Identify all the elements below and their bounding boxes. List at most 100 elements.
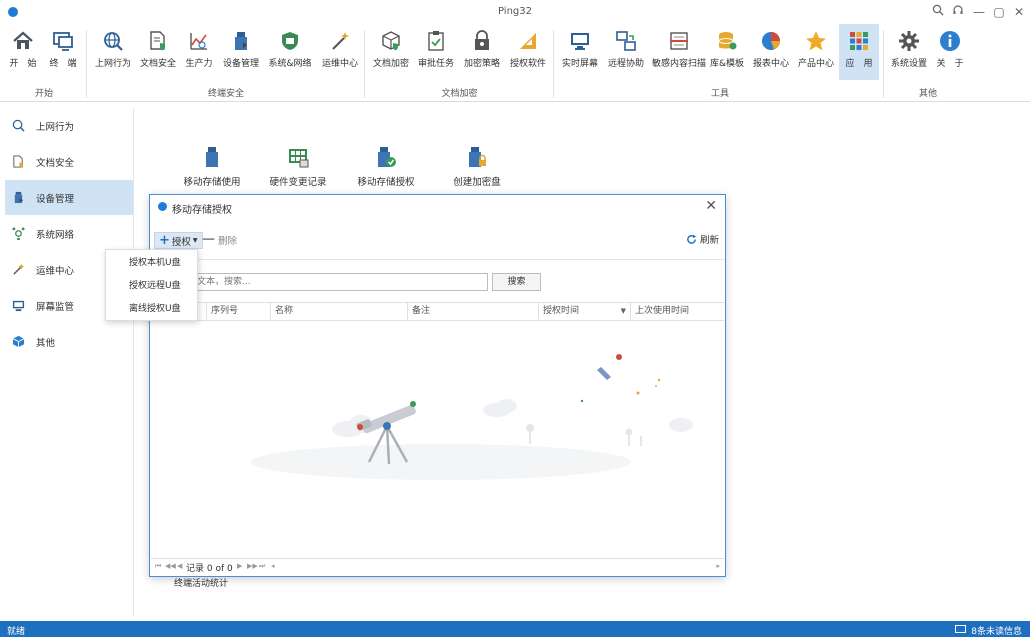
ribbon-apps-button[interactable]: 应 用: [839, 24, 879, 80]
ribbon-web-behavior-button[interactable]: 上网行为: [93, 28, 133, 72]
column-header-note[interactable]: 备注: [407, 303, 538, 320]
status-bar: 就绪 8条未读信息: [0, 621, 1030, 637]
status-text: 就绪: [7, 627, 26, 637]
pie-chart-icon: [762, 32, 780, 50]
sidebar-item-device-mgmt[interactable]: 设备管理: [5, 180, 133, 215]
ribbon-system-network-button[interactable]: 系统&网络: [267, 28, 313, 72]
window-title: Ping32: [498, 6, 532, 17]
usb-lock-icon: [469, 147, 486, 167]
ribbon-remote-assist-button[interactable]: 远程协助: [606, 28, 646, 72]
refresh-icon: [687, 233, 697, 244]
column-header-name[interactable]: 名称: [270, 303, 407, 320]
ribbon-encrypt-policy-button[interactable]: 加密策略: [462, 28, 502, 72]
delete-button[interactable]: — 删除: [202, 232, 237, 247]
scan-icon: [670, 32, 688, 50]
plus-icon: +: [159, 233, 170, 248]
ribbon-authorized-software-button[interactable]: 授权软件: [508, 28, 548, 72]
ribbon-library-template-button[interactable]: 库&模板: [708, 28, 746, 72]
screen-icon: [12, 300, 25, 312]
search-row: 文本，搜索... 搜索: [150, 273, 725, 291]
sort-down-icon: ▼: [620, 307, 626, 315]
scroll-right-icon[interactable]: ▸: [716, 562, 720, 570]
dialog-toolbar: + 授权 ▼ — 删除 刷新: [150, 229, 725, 251]
ribbon-start-button[interactable]: 开 始: [8, 28, 38, 72]
menu-item-grant-local-usb[interactable]: 授权本机U盘: [106, 252, 197, 274]
usb-device-icon: [235, 32, 247, 50]
search-icon[interactable]: [929, 3, 947, 21]
ribbon-productivity-button[interactable]: 生产力: [183, 28, 215, 72]
menu-item-grant-remote-usb[interactable]: 授权远程U盘: [106, 275, 197, 297]
unread-messages-link[interactable]: 8条未读信息: [971, 624, 1022, 637]
sidebar-item-system-network[interactable]: 系统网络: [5, 216, 133, 251]
ribbon-product-center-button[interactable]: 产品中心: [796, 28, 836, 72]
network-icon: [282, 32, 298, 50]
ribbon-doc-security-button[interactable]: 文档安全: [139, 28, 177, 72]
tool-usb-authorization[interactable]: 移动存储授权: [346, 146, 426, 188]
tool-usb-usage[interactable]: 移动存储使用: [172, 146, 252, 188]
globe-search-icon: [104, 32, 123, 51]
last-page-icon[interactable]: ⏭: [259, 562, 265, 571]
ribbon-separator: [86, 30, 87, 98]
ribbon-doc-encrypt-button[interactable]: 文档加密: [371, 28, 411, 72]
usb-authorization-dialog: 移动存储授权 ✕ + 授权 ▼ — 删除 刷新 文本，搜索... 搜索 序列号 …: [149, 194, 726, 577]
apps-grid-icon: [850, 32, 868, 50]
ruler-icon: [520, 33, 536, 49]
next-page-icon[interactable]: ▶: [237, 562, 242, 570]
sidebar-item-doc-security[interactable]: 文档安全: [5, 144, 133, 179]
pager-options-icon[interactable]: ◂: [271, 562, 275, 570]
ribbon-toolbar: 开 始 终 端 开始 上网行为 文档安全 生产力 设备管理 系统&网络 运维中心…: [0, 24, 1030, 102]
prev-page-icon[interactable]: ◀: [177, 562, 182, 570]
group-label-start: 开始: [34, 89, 53, 99]
search-button[interactable]: 搜索: [492, 273, 541, 291]
close-icon[interactable]: ✕: [1010, 3, 1028, 21]
dialog-title: 移动存储授权: [172, 205, 232, 216]
tool-create-encrypted-disk[interactable]: 创建加密盘: [437, 146, 517, 188]
column-header-grant-time[interactable]: 授权时间 ▼: [538, 303, 630, 320]
ribbon-device-mgmt-button[interactable]: 设备管理: [221, 28, 261, 72]
ribbon-realtime-screen-button[interactable]: 实时屏幕: [560, 28, 600, 72]
grant-dropdown-menu: 授权本机U盘 授权远程U盘 离线授权U盘: [105, 249, 198, 321]
ribbon-about-button[interactable]: 关 于: [933, 28, 967, 72]
next-block-icon[interactable]: ▶▶: [247, 562, 258, 570]
app-logo-icon: [158, 202, 167, 211]
first-page-icon[interactable]: ⏮: [155, 562, 161, 571]
minimize-icon[interactable]: —: [970, 3, 988, 21]
column-header-serial[interactable]: 序列号: [206, 303, 270, 320]
ribbon-ops-center-button[interactable]: 运维中心: [321, 28, 359, 72]
ribbon-report-center-button[interactable]: 报表中心: [751, 28, 791, 72]
prev-block-icon[interactable]: ◀◀: [165, 562, 176, 570]
grant-button[interactable]: + 授权 ▼: [154, 232, 203, 249]
star-icon: [806, 31, 826, 51]
grid-header: 序列号 名称 备注 授权时间 ▼ 上次使用时间: [151, 302, 724, 321]
ribbon-separator: [364, 30, 365, 98]
sidebar-item-web-behavior[interactable]: 上网行为: [5, 108, 133, 143]
productivity-chart-icon: [190, 33, 207, 50]
ribbon-sensitive-scan-button[interactable]: 敏感内容扫描: [650, 28, 708, 72]
toolbar-divider: [150, 259, 725, 260]
headset-icon[interactable]: [949, 3, 967, 21]
maximize-icon[interactable]: ▢: [990, 3, 1008, 21]
menu-item-offline-grant-usb[interactable]: 离线授权U盘: [106, 298, 197, 320]
doc-shield-icon: [13, 155, 24, 168]
ribbon-terminal-button[interactable]: 终 端: [47, 28, 79, 72]
database-icon: [718, 32, 737, 50]
tool-terminal-activity-label[interactable]: 终端活动统计: [174, 576, 228, 589]
ribbon-approval-button[interactable]: 审批任务: [417, 28, 455, 72]
gear-icon: [899, 31, 919, 51]
minus-icon: —: [202, 232, 215, 247]
close-icon[interactable]: ✕: [705, 198, 717, 214]
tool-hardware-changes[interactable]: 硬件变更记录: [258, 146, 338, 188]
ribbon-system-settings-button[interactable]: 系统设置: [889, 28, 929, 72]
usb-drive-icon: [206, 147, 218, 167]
column-header-last-used[interactable]: 上次使用时间: [630, 303, 724, 320]
search-input[interactable]: 文本，搜索...: [164, 273, 488, 291]
group-label-tools: 工具: [710, 89, 729, 99]
empty-grid: [151, 322, 724, 558]
group-label-doc-encrypt: 文档加密: [441, 89, 478, 99]
screen-icon: [571, 33, 589, 50]
globe-search-icon: [12, 119, 25, 132]
doc-shield-icon: [150, 31, 165, 51]
sidebar-item-other[interactable]: 其他: [5, 324, 133, 359]
mail-icon[interactable]: [955, 625, 966, 633]
refresh-button[interactable]: 刷新: [686, 232, 719, 246]
